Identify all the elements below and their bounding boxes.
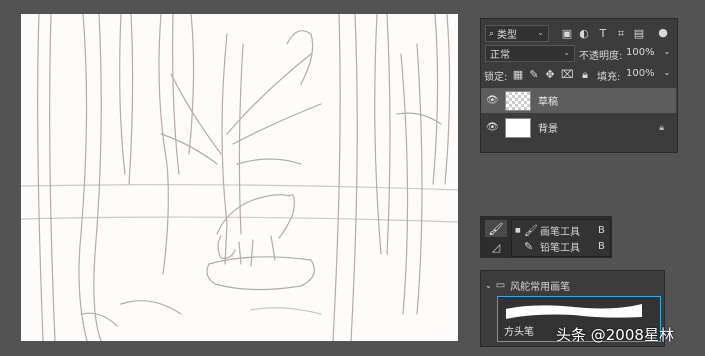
layer-filter-label: 类型	[497, 30, 518, 41]
flyout-item-shortcut: B	[598, 224, 605, 236]
opacity-field[interactable]: 100%	[626, 45, 656, 60]
tool-flyout-panel: 🖌︎ ◿ ■ 🖌︎ 画笔工具 B ✎ 铅笔工具 B	[480, 216, 612, 258]
lock-row: 锁定: ▦ ✎ ✥ ⌧ 🔒︎ 填充: 100% ⌄	[481, 65, 677, 85]
brush-tool-button[interactable]: 🖌︎	[485, 220, 507, 237]
chevron-down-icon: ⌄	[537, 28, 544, 37]
opacity-value: 100%	[626, 47, 655, 58]
flyout-item-label: 铅笔工具	[540, 242, 580, 254]
lock-image-pixels-icon[interactable]: ✎	[528, 68, 540, 81]
brush-stroke-preview	[506, 304, 642, 319]
flyout-item-brush[interactable]: ■ 🖌︎ 画笔工具 B	[512, 222, 610, 238]
lock-all-icon[interactable]: 🔒︎	[579, 68, 591, 82]
image-filter-icon[interactable]: ▣	[561, 27, 573, 40]
lock-transparent-pixels-icon[interactable]: ▦	[512, 68, 524, 81]
brush-group-header[interactable]: ⌄ ▭ 风舵常用画笔	[485, 278, 570, 293]
brush-preset-name: 方头笔	[504, 327, 534, 338]
layer-name: 背景	[538, 124, 558, 135]
chevron-down-icon: ⌄	[485, 281, 492, 290]
brush-icon: 🖌︎	[488, 221, 504, 236]
shape-filter-icon[interactable]: ⌗	[615, 27, 627, 41]
search-icon: ⌕	[489, 28, 495, 39]
layer-name: 草稿	[538, 97, 558, 108]
opacity-chevron-icon[interactable]: ⌄	[661, 47, 673, 56]
blend-mode-dropdown[interactable]: 正常 ⌄	[485, 45, 575, 62]
lock-position-icon[interactable]: ✥	[544, 68, 556, 81]
layer-thumbnail	[505, 90, 531, 111]
document-canvas[interactable]	[21, 14, 458, 341]
opacity-label: 不透明度:	[579, 51, 623, 62]
lock-label: 锁定:	[484, 72, 508, 83]
chevron-down-icon: ⌄	[563, 48, 570, 57]
eye-icon[interactable]: 👁︎	[486, 122, 499, 133]
layer-thumbnail	[505, 117, 531, 138]
brush-tools-flyout: ■ 🖌︎ 画笔工具 B ✎ 铅笔工具 B	[511, 219, 611, 257]
layers-panel: ⌕ 类型 ⌄ ▣ ◐ T ⌗ ▤ ● 正常 ⌄ 不透明度: 100% ⌄ 锁定:…	[480, 18, 678, 153]
flyout-item-pencil[interactable]: ✎ 铅笔工具 B	[512, 238, 610, 254]
layer-row-sketch[interactable]: 👁︎ 草稿	[481, 88, 676, 113]
layers-filter-row: ⌕ 类型 ⌄ ▣ ◐ T ⌗ ▤ ●	[481, 23, 677, 43]
flyout-item-shortcut: B	[598, 240, 605, 252]
smart-object-filter-icon[interactable]: ▤	[633, 27, 645, 40]
fill-chevron-icon[interactable]: ⌄	[661, 68, 673, 77]
layer-filter-dropdown[interactable]: ⌕ 类型 ⌄	[485, 25, 549, 42]
filter-toggle-icon[interactable]: ●	[657, 26, 669, 39]
eraser-icon: ◿	[491, 241, 501, 254]
brush-icon: 🖌︎	[524, 223, 538, 237]
active-marker-icon: ■	[515, 226, 521, 234]
brush-group-name: 风舵常用画笔	[510, 282, 571, 293]
fill-label: 填充:	[597, 72, 621, 83]
eye-icon[interactable]: 👁︎	[486, 95, 499, 106]
lock-artboard-icon[interactable]: ⌧	[561, 68, 574, 81]
type-filter-icon[interactable]: T	[597, 27, 609, 40]
watermark: 头条 @2008星林	[556, 326, 674, 344]
sketch-drawing	[21, 14, 458, 341]
flyout-item-label: 画笔工具	[540, 226, 580, 238]
adjustment-filter-icon[interactable]: ◐	[578, 27, 590, 40]
folder-icon: ▭	[495, 280, 506, 291]
lock-icon: 🔒︎	[659, 122, 664, 133]
blend-mode-value: 正常	[490, 50, 510, 61]
eraser-tool-button[interactable]: ◿	[485, 239, 507, 256]
layer-row-background[interactable]: 👁︎ 背景 🔒︎	[481, 115, 676, 140]
fill-value[interactable]: 100%	[626, 68, 655, 79]
blend-row: 正常 ⌄ 不透明度: 100% ⌄	[481, 43, 677, 63]
pencil-icon: ✎	[524, 239, 534, 253]
